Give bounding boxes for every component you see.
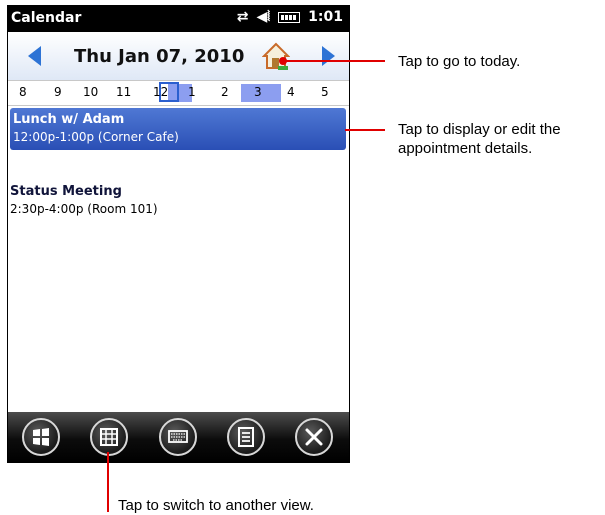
callout-line-view (107, 452, 109, 512)
volume-icon: ◀⦚ (256, 9, 271, 25)
hour-label[interactable]: 1 (188, 85, 196, 99)
calendar-grid-icon (100, 428, 118, 446)
status-icons: ⇄ ◀⦚ 1:01 (237, 9, 343, 25)
go-to-today-home-icon[interactable] (262, 42, 290, 72)
hour-label[interactable]: 2 (221, 85, 229, 99)
previous-day-arrow-icon[interactable] (28, 46, 41, 66)
current-date: Thu Jan 07, 2010 (74, 46, 245, 67)
appointment-lunch[interactable]: Lunch w/ Adam 12:00p-1:00p (Corner Cafe) (10, 108, 346, 150)
close-icon (305, 428, 323, 446)
callout-today: Tap to go to today. (398, 53, 521, 70)
hour-label[interactable]: 10 (83, 85, 98, 99)
date-header: Thu Jan 07, 2010 (8, 32, 349, 80)
keyboard-icon (168, 430, 188, 443)
callout-details: Tap to display or edit the appointment d… (398, 121, 561, 157)
next-day-arrow-icon[interactable] (322, 46, 335, 66)
connectivity-icon: ⇄ (236, 9, 249, 25)
bottom-toolbar (8, 412, 349, 462)
windows-start-button[interactable] (22, 418, 60, 456)
device-screen: Calendar ⇄ ◀⦚ 1:01 Thu Jan 07, 2010 8 9 … (7, 5, 350, 463)
appointment-title: Lunch w/ Adam (13, 112, 125, 127)
clock: 1:01 (308, 9, 343, 25)
keyboard-button[interactable] (159, 418, 197, 456)
hour-label[interactable]: 4 (287, 85, 295, 99)
callout-view: Tap to switch to another view. (118, 497, 314, 514)
appointment-detail: 2:30p-4:00p (Room 101) (10, 202, 158, 216)
callout-line-details (345, 129, 385, 131)
hour-label[interactable]: 5 (321, 85, 329, 99)
appointment-title: Status Meeting (10, 184, 122, 199)
callout-line-today (285, 60, 385, 62)
hour-label[interactable]: 8 (19, 85, 27, 99)
hour-label[interactable]: 3 (254, 85, 262, 99)
windows-start-icon (33, 428, 49, 446)
menu-button[interactable] (227, 418, 265, 456)
app-title: Calendar (11, 10, 82, 26)
status-bar: Calendar ⇄ ◀⦚ 1:01 (8, 6, 349, 32)
menu-list-icon (238, 427, 254, 447)
hour-label[interactable]: 12 (153, 85, 168, 99)
hour-label[interactable]: 9 (54, 85, 62, 99)
close-button[interactable] (295, 418, 333, 456)
appointment-detail: 12:00p-1:00p (Corner Cafe) (13, 130, 179, 144)
switch-view-button[interactable] (90, 418, 128, 456)
battery-icon (278, 11, 301, 23)
hour-label[interactable]: 11 (116, 85, 131, 99)
hour-strip: 8 9 10 11 12 1 2 3 4 5 (8, 80, 349, 106)
